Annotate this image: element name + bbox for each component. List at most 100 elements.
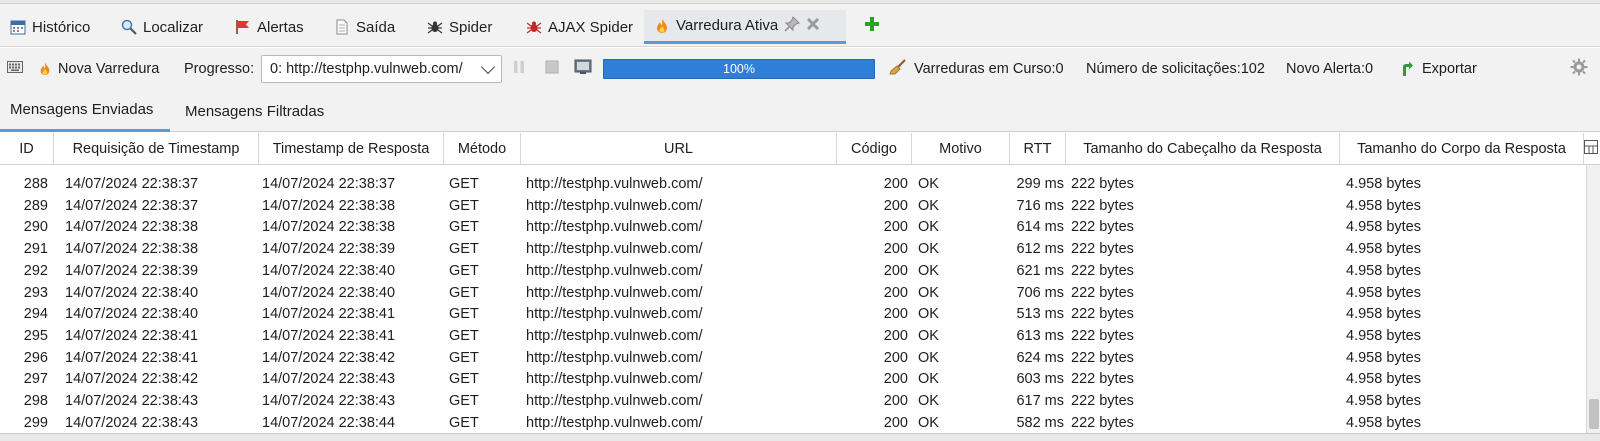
cell-reason: OK bbox=[918, 349, 939, 366]
cell-response-timestamp: 14/07/2024 22:38:38 bbox=[262, 219, 396, 236]
gear-icon[interactable] bbox=[1570, 58, 1588, 80]
subtab-label: Mensagens Enviadas bbox=[10, 101, 154, 118]
active-scan-toolbar: Nova Varredura Progresso: 0: http://test… bbox=[0, 48, 1600, 90]
progress-scan-select[interactable]: 0: http://testphp.vulnweb.com/ bbox=[261, 55, 502, 83]
cell-response-timestamp: 14/07/2024 22:38:43 bbox=[262, 371, 396, 388]
column-header-response-header-size[interactable]: Tamanho do Cabeçalho da Resposta bbox=[1066, 133, 1340, 165]
cell-reason: OK bbox=[918, 176, 939, 192]
cell-method: GET bbox=[449, 414, 479, 431]
cell-body-size: 4.958 bytes bbox=[1346, 414, 1421, 431]
cell-response-timestamp: 14/07/2024 22:38:37 bbox=[262, 176, 396, 192]
tab-label: Alertas bbox=[257, 18, 304, 36]
cell-response-timestamp: 14/07/2024 22:38:40 bbox=[262, 284, 396, 301]
cell-method: GET bbox=[449, 327, 479, 344]
table-row[interactable]: 289 14/07/2024 22:38:37 14/07/2024 22:38:3… bbox=[0, 195, 1585, 217]
messages-table-body[interactable]: 288 14/07/2024 22:38:37 14/07/2024 22:38:3… bbox=[0, 165, 1585, 433]
table-row[interactable]: 291 14/07/2024 22:38:38 14/07/2024 22:38:3… bbox=[0, 238, 1585, 260]
cell-id: 296 bbox=[23, 349, 48, 366]
table-row[interactable]: 292 14/07/2024 22:38:39 14/07/2024 22:38:4… bbox=[0, 260, 1585, 282]
table-row[interactable]: 288 14/07/2024 22:38:37 14/07/2024 22:38:3… bbox=[0, 173, 1585, 195]
cell-reason: OK bbox=[918, 371, 939, 388]
column-header-url[interactable]: URL bbox=[521, 133, 837, 165]
column-header-rtt[interactable]: RTT bbox=[1010, 133, 1066, 165]
pause-icon[interactable] bbox=[512, 59, 526, 79]
table-row[interactable]: 296 14/07/2024 22:38:41 14/07/2024 22:38:4… bbox=[0, 347, 1585, 369]
cell-header-size: 222 bytes bbox=[1071, 393, 1134, 409]
table-row[interactable]: 299 14/07/2024 22:38:43 14/07/2024 22:38:4… bbox=[0, 412, 1585, 433]
cell-url: http://testphp.vulnweb.com/ bbox=[526, 414, 703, 431]
table-row-partial bbox=[0, 165, 1585, 171]
cell-id: 298 bbox=[23, 393, 48, 409]
tab-alertas[interactable]: Alertas bbox=[225, 10, 312, 44]
cell-header-size: 222 bytes bbox=[1071, 219, 1134, 236]
cell-header-size: 222 bytes bbox=[1071, 414, 1134, 431]
cell-reason: OK bbox=[918, 414, 939, 431]
cell-header-size: 222 bytes bbox=[1071, 327, 1134, 344]
add-tab-button[interactable] bbox=[864, 14, 880, 36]
tab-historico[interactable]: Histórico bbox=[0, 10, 98, 44]
cell-id: 289 bbox=[23, 197, 48, 214]
tab-varredura-ativa[interactable]: Varredura Ativa bbox=[644, 10, 846, 44]
tab-filtered-messages[interactable]: Mensagens Filtradas bbox=[175, 90, 334, 132]
tab-ajax-spider[interactable]: AJAX Spider bbox=[516, 10, 641, 44]
vertical-scrollbar[interactable] bbox=[1586, 165, 1600, 433]
cell-code: 200 bbox=[883, 306, 908, 323]
cell-response-timestamp: 14/07/2024 22:38:44 bbox=[262, 414, 396, 431]
cell-request-timestamp: 14/07/2024 22:38:41 bbox=[65, 327, 199, 344]
cell-body-size: 4.958 bytes bbox=[1346, 197, 1421, 214]
stop-icon[interactable] bbox=[545, 60, 559, 78]
cell-header-size: 222 bytes bbox=[1071, 306, 1134, 323]
monitor-icon[interactable] bbox=[574, 59, 592, 79]
tab-label: AJAX Spider bbox=[548, 18, 634, 36]
cell-request-timestamp: 14/07/2024 22:38:41 bbox=[65, 349, 199, 366]
cell-response-timestamp: 14/07/2024 22:38:41 bbox=[262, 306, 396, 323]
column-header-method[interactable]: Método bbox=[444, 133, 521, 165]
progress-select-value: 0: http://testphp.vulnweb.com/ bbox=[270, 61, 463, 77]
cell-request-timestamp: 14/07/2024 22:38:43 bbox=[65, 414, 199, 431]
cell-response-timestamp: 14/07/2024 22:38:38 bbox=[262, 197, 396, 214]
cell-code: 200 bbox=[883, 371, 908, 388]
keyboard-icon[interactable] bbox=[7, 60, 23, 78]
table-row[interactable]: 293 14/07/2024 22:38:40 14/07/2024 22:38:4… bbox=[0, 282, 1585, 304]
scrollbar-thumb[interactable] bbox=[1589, 399, 1599, 429]
cell-rtt: 624 ms bbox=[1016, 349, 1064, 366]
cell-request-timestamp: 14/07/2024 22:38:37 bbox=[65, 176, 199, 192]
cell-request-timestamp: 14/07/2024 22:38:40 bbox=[65, 306, 199, 323]
cell-url: http://testphp.vulnweb.com/ bbox=[526, 176, 703, 192]
cell-method: GET bbox=[449, 176, 479, 192]
column-header-response-timestamp[interactable]: Timestamp de Resposta bbox=[259, 133, 444, 165]
tab-spider[interactable]: Spider bbox=[417, 10, 500, 44]
tab-saida[interactable]: Saída bbox=[324, 10, 403, 44]
tab-sent-messages[interactable]: Mensagens Enviadas bbox=[0, 90, 170, 132]
table-row[interactable]: 290 14/07/2024 22:38:38 14/07/2024 22:38:3… bbox=[0, 216, 1585, 238]
table-row[interactable]: 295 14/07/2024 22:38:41 14/07/2024 22:38:4… bbox=[0, 325, 1585, 347]
pin-icon[interactable] bbox=[784, 16, 801, 35]
cell-url: http://testphp.vulnweb.com/ bbox=[526, 371, 703, 388]
cell-url: http://testphp.vulnweb.com/ bbox=[526, 393, 703, 409]
table-row[interactable]: 298 14/07/2024 22:38:43 14/07/2024 22:38:4… bbox=[0, 390, 1585, 412]
column-header-reason[interactable]: Motivo bbox=[912, 133, 1010, 165]
column-selector-icon[interactable] bbox=[1584, 140, 1598, 154]
column-header-request-timestamp[interactable]: Requisição de Timestamp bbox=[54, 133, 259, 165]
cell-id: 299 bbox=[23, 414, 48, 431]
column-header-response-body-size[interactable]: Tamanho do Corpo da Resposta bbox=[1340, 133, 1584, 165]
new-scan-button[interactable]: Nova Varredura bbox=[38, 61, 159, 77]
new-scan-label: Nova Varredura bbox=[58, 61, 160, 77]
cell-method: GET bbox=[449, 349, 479, 366]
column-header-code[interactable]: Código bbox=[837, 133, 912, 165]
cell-code: 200 bbox=[883, 219, 908, 236]
cell-request-timestamp: 14/07/2024 22:38:43 bbox=[65, 393, 199, 409]
export-button[interactable]: Exportar bbox=[1400, 61, 1477, 77]
cell-id: 288 bbox=[23, 176, 48, 192]
cell-method: GET bbox=[449, 262, 479, 279]
cell-id: 294 bbox=[23, 306, 48, 323]
close-tab-icon[interactable] bbox=[806, 17, 820, 34]
table-row[interactable]: 297 14/07/2024 22:38:42 14/07/2024 22:38:4… bbox=[0, 368, 1585, 390]
column-header-id[interactable]: ID bbox=[0, 133, 54, 165]
cell-method: GET bbox=[449, 241, 479, 258]
cell-url: http://testphp.vulnweb.com/ bbox=[526, 197, 703, 214]
cell-code: 200 bbox=[883, 197, 908, 214]
table-row[interactable]: 294 14/07/2024 22:38:40 14/07/2024 22:38:4… bbox=[0, 303, 1585, 325]
tab-localizar[interactable]: Localizar bbox=[111, 10, 211, 44]
cell-code: 200 bbox=[883, 349, 908, 366]
